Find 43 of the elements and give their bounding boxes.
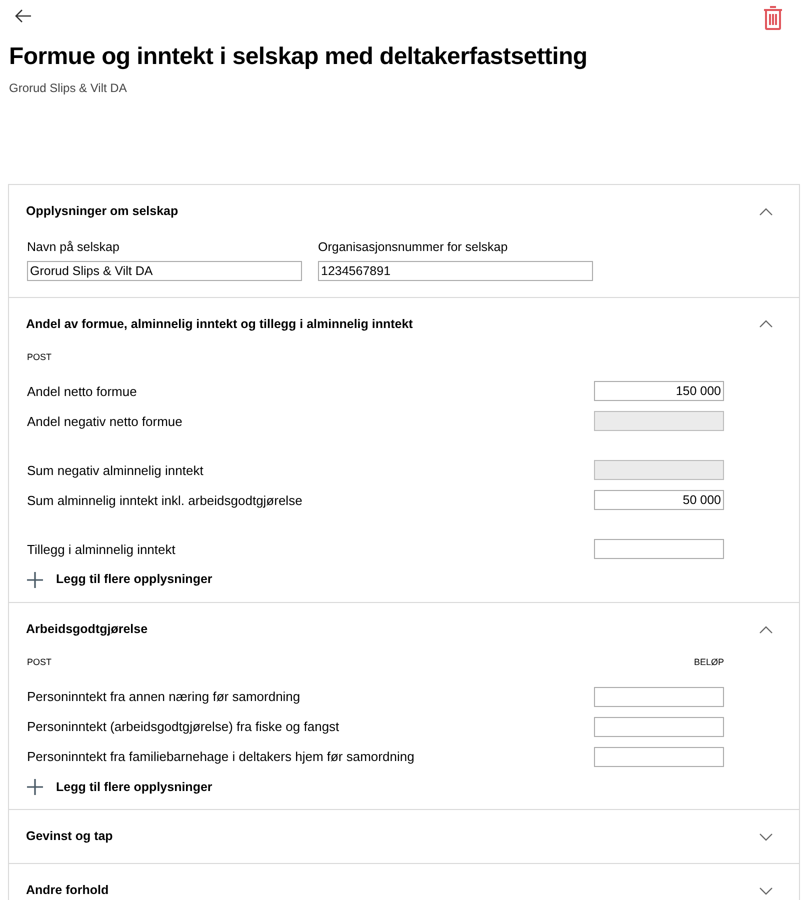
row-label: Sum negativ alminnelig inntekt xyxy=(27,462,204,480)
amount-field[interactable] xyxy=(594,686,724,706)
section-title: Arbeidsgodtgjørelse xyxy=(26,621,148,638)
row-label: Personinntekt fra familiebarnehage i deltakers hjem før samordning xyxy=(27,748,414,766)
row-label: Personinntekt fra annen næring før samordning xyxy=(27,688,300,706)
row-label: Sum alminnelig inntekt inkl. arbeidsgodtgjørelse xyxy=(27,492,302,510)
section-header[interactable]: Opplysninger om selskap xyxy=(26,185,773,238)
chevron-up-icon[interactable] xyxy=(759,624,773,634)
chevron-down-icon[interactable] xyxy=(759,832,773,842)
column-header: POST xyxy=(27,656,52,669)
amount-field[interactable] xyxy=(594,716,724,736)
row-label: Tillegg i alminnelig inntekt xyxy=(27,540,176,559)
add-button[interactable]: Legg til flere opplysninger xyxy=(26,570,212,589)
section-header[interactable]: Arbeidsgodtgjørelse xyxy=(26,603,773,656)
add-button[interactable]: Legg til flere opplysninger xyxy=(26,778,212,796)
chevron-up-icon[interactable] xyxy=(759,206,773,216)
plus-icon xyxy=(26,778,44,796)
section-title: Opplysninger om selskap xyxy=(26,203,178,220)
delete-button[interactable] xyxy=(762,5,784,31)
section-title: Andel av formue, alminnelig inntekt og tillegg i alminnelig inntekt xyxy=(26,316,413,333)
row-label: Andel netto formue xyxy=(27,382,137,400)
chevron-down-icon[interactable] xyxy=(759,886,773,896)
row-label: Personinntekt (arbeidsgodtgjørelse) fra fiske og fangst xyxy=(27,718,340,736)
section-header[interactable]: Andre forhold xyxy=(26,864,773,900)
section-title: Gevinst og tap xyxy=(26,828,113,846)
plus-icon xyxy=(26,570,44,589)
page-title: Formue og inntekt i selskap med deltakerfastsetting xyxy=(9,42,588,72)
field-label: Organisasjonsnummer for selskap xyxy=(318,239,509,256)
amount-field[interactable] xyxy=(594,746,724,766)
page-subtitle: Grorud Slips & Vilt DA xyxy=(9,80,128,97)
field-label: Navn på selskap xyxy=(27,239,120,256)
amount-field[interactable]: 50 000 xyxy=(594,490,724,510)
section-title: Andre forhold xyxy=(26,882,109,900)
row-label: Andel negativ netto formue xyxy=(27,412,182,431)
section-header[interactable]: Gevinst og tap xyxy=(26,810,773,864)
input-field[interactable]: Grorud Slips & Vilt DA xyxy=(27,260,302,281)
amount-field[interactable]: 150 000 xyxy=(594,381,724,402)
amount-field[interactable] xyxy=(594,539,724,560)
section-header[interactable]: Andel av formue, alminnelig inntekt og tillegg i alminnelig inntekt xyxy=(26,298,773,351)
column-header: BELØP xyxy=(694,656,724,669)
input-field[interactable]: 1234567891 xyxy=(318,260,593,281)
column-header: POST xyxy=(27,350,52,364)
chevron-up-icon[interactable] xyxy=(759,319,773,330)
